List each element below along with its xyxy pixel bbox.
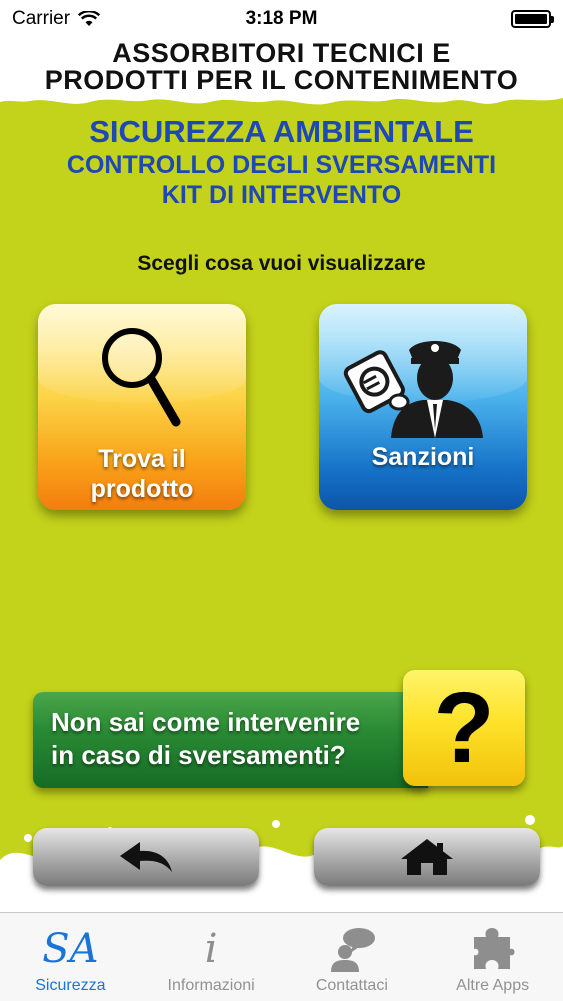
sanctions-button[interactable]: Sanzioni (319, 304, 527, 510)
choose-prompt: Scegli cosa vuoi visualizzare (137, 252, 426, 275)
find-product-button[interactable]: Trova il prodotto (38, 304, 246, 510)
battery-icon (511, 10, 554, 28)
home-button[interactable] (314, 828, 540, 886)
tab-contattaci[interactable]: Contattaci (282, 913, 423, 1001)
carrier-label: Carrier (12, 8, 71, 29)
app-header: ASSORBITORI TECNICI E PRODOTTI PER IL CO… (0, 38, 563, 96)
tab-bar: SA Sicurezza i Informazioni Contattaci A… (0, 912, 563, 1001)
puzzle-icon (470, 925, 516, 973)
find-product-label: Trova il prodotto (90, 445, 194, 503)
sa-logo-icon: SA (42, 926, 99, 972)
status-left: Carrier (12, 8, 101, 30)
status-bar: Carrier 3:18 PM (0, 0, 563, 38)
tab-informazioni[interactable]: i Informazioni (141, 913, 282, 1001)
help-spill-text: Non sai come intervenire in caso di sver… (51, 707, 361, 770)
title-sub-2: KIT DI INTERVENTO (161, 181, 402, 209)
police-officer-icon (343, 341, 483, 438)
title-sub-1: CONTROLLO DEGLI SVERSAMENTI (66, 151, 497, 179)
sanctions-label: Sanzioni (371, 443, 475, 471)
title-block: SICUREZZA AMBIENTALE CONTROLLO DEGLI SVE… (0, 114, 563, 210)
header-line-1: ASSORBITORI TECNICI E (112, 38, 451, 68)
question-mark-button[interactable]: ? (403, 670, 525, 786)
magnifier-icon (102, 328, 181, 427)
title-main: SICUREZZA AMBIENTALE (89, 114, 474, 149)
help-spill-button[interactable]: Non sai come intervenire in caso di sver… (33, 692, 428, 788)
header-line-2: PRODOTTI PER IL CONTENIMENTO (44, 65, 519, 95)
tab-sicurezza[interactable]: SA Sicurezza (0, 913, 141, 1001)
question-mark-icon: ? (433, 672, 495, 784)
paint-splash-decoration (0, 94, 563, 105)
home-icon (401, 839, 453, 875)
wifi-icon (78, 11, 101, 26)
tab-altre-apps[interactable]: Altre Apps (422, 913, 563, 1001)
info-icon: i (204, 926, 218, 972)
back-button[interactable] (33, 828, 259, 886)
contact-chat-icon (327, 925, 377, 973)
back-arrow-icon (120, 842, 172, 872)
